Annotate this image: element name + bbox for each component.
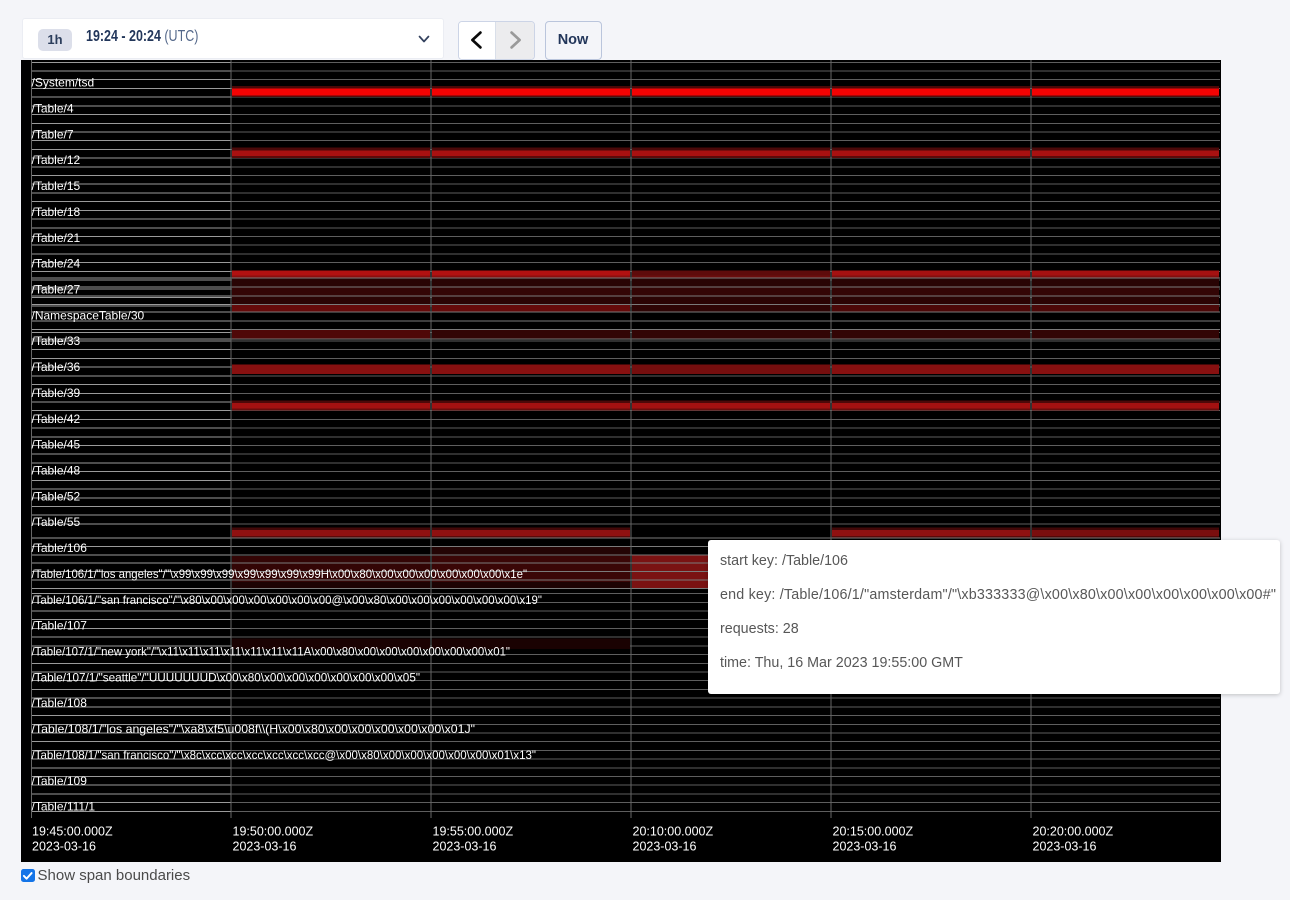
svg-text:/Table/48: /Table/48	[32, 464, 81, 478]
svg-text:/Table/111/1: /Table/111/1	[32, 800, 96, 814]
svg-text:/Table/109: /Table/109	[32, 774, 88, 788]
svg-text:/Table/108/1/"los angeles"/"\x: /Table/108/1/"los angeles"/"\xa8\xf5\u00…	[32, 722, 475, 736]
svg-text:20:15:00.000Z: 20:15:00.000Z	[833, 825, 914, 839]
svg-text:/Table/107/1/"new york"/"\x11\: /Table/107/1/"new york"/"\x11\x11\x11\x1…	[32, 645, 511, 659]
svg-text:/Table/24: /Table/24	[32, 257, 81, 271]
svg-text:/Table/12: /Table/12	[32, 153, 81, 167]
svg-text:19:55:00.000Z: 19:55:00.000Z	[433, 825, 514, 839]
svg-text:/Table/108: /Table/108	[32, 696, 88, 710]
svg-text:19:50:00.000Z: 19:50:00.000Z	[233, 825, 314, 839]
svg-text:/Table/15: /Table/15	[32, 179, 81, 193]
svg-text:/Table/106/1/"los angeles"/"\x: /Table/106/1/"los angeles"/"\x99\x99\x99…	[32, 567, 528, 581]
svg-text:/Table/107: /Table/107	[32, 619, 88, 633]
svg-text:/Table/18: /Table/18	[32, 205, 81, 219]
svg-text:/Table/108/1/"san francisco"/": /Table/108/1/"san francisco"/"\x8c\xcc\x…	[32, 748, 537, 762]
svg-text:19:45:00.000Z: 19:45:00.000Z	[32, 825, 113, 839]
svg-text:/Table/107/1/"seattle"/"UUUUUU: /Table/107/1/"seattle"/"UUUUUUUD\x00\x80…	[32, 670, 421, 684]
svg-text:/Table/106: /Table/106	[32, 541, 88, 555]
svg-text:/Table/33: /Table/33	[32, 334, 81, 348]
svg-text:2023-03-16: 2023-03-16	[1033, 840, 1097, 854]
svg-text:/Table/106/1/"san francisco"/": /Table/106/1/"san francisco"/"\x80\x00\x…	[32, 593, 543, 607]
svg-text:20:20:00.000Z: 20:20:00.000Z	[1033, 825, 1114, 839]
svg-text:/Table/45: /Table/45	[32, 438, 81, 452]
svg-text:/Table/7: /Table/7	[32, 127, 74, 141]
svg-text:/Table/27: /Table/27	[32, 283, 81, 297]
svg-text:/Table/4: /Table/4	[32, 102, 74, 116]
svg-text:/NamespaceTable/30: /NamespaceTable/30	[32, 308, 145, 322]
svg-text:/Table/52: /Table/52	[32, 489, 81, 503]
svg-text:/Table/39: /Table/39	[32, 386, 81, 400]
svg-text:2023-03-16: 2023-03-16	[233, 840, 297, 854]
svg-text:/Table/42: /Table/42	[32, 412, 81, 426]
svg-text:/Table/36: /Table/36	[32, 360, 81, 374]
svg-text:2023-03-16: 2023-03-16	[433, 840, 497, 854]
svg-text:/Table/55: /Table/55	[32, 515, 81, 529]
svg-text:/Table/21: /Table/21	[32, 231, 81, 245]
svg-text:20:10:00.000Z: 20:10:00.000Z	[633, 825, 714, 839]
svg-text:/System/tsd: /System/tsd	[32, 76, 95, 90]
svg-text:2023-03-16: 2023-03-16	[32, 840, 96, 854]
svg-text:2023-03-16: 2023-03-16	[633, 840, 697, 854]
svg-text:2023-03-16: 2023-03-16	[833, 840, 897, 854]
